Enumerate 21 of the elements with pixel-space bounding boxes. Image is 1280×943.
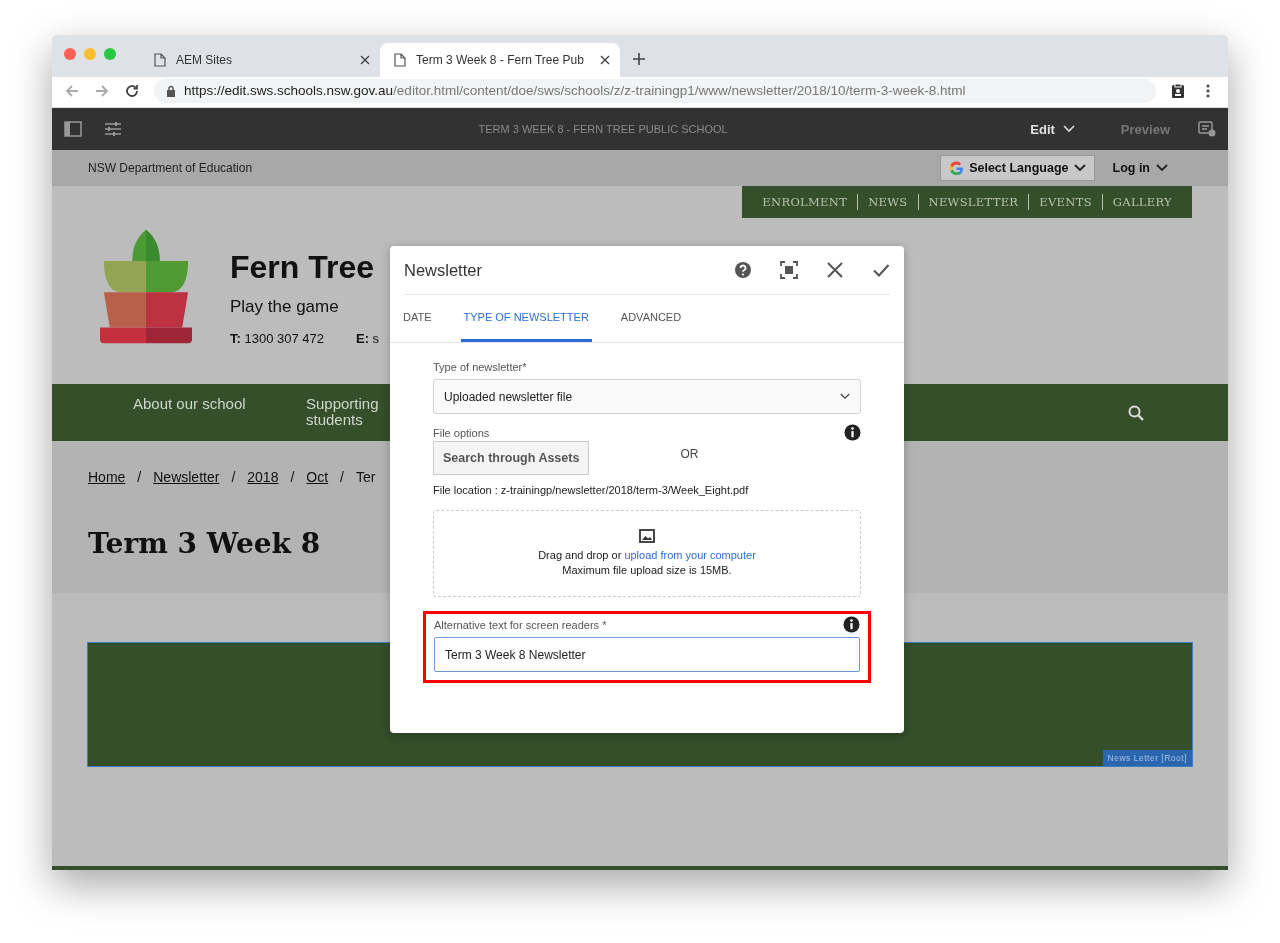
field-label: File options bbox=[433, 426, 490, 439]
upload-limit-text: Maximum file upload size is 15MB. bbox=[562, 563, 732, 578]
school-tagline: Play the game bbox=[230, 297, 340, 317]
breadcrumb-separator: / bbox=[290, 469, 295, 485]
breadcrumb-separator: / bbox=[137, 469, 142, 485]
school-name: Fern Tree bbox=[230, 248, 376, 287]
or-text: OR bbox=[680, 447, 699, 461]
breadcrumb-separator: / bbox=[231, 469, 236, 485]
dropzone-text: Drag and drop or upload from your computer bbox=[538, 548, 756, 563]
breadcrumb-separator: / bbox=[340, 469, 344, 485]
breadcrumb-current-page: Ter bbox=[356, 469, 376, 485]
contact-detail: E: s bbox=[356, 331, 380, 346]
page-heading: Term 3 Week 8 bbox=[88, 527, 321, 560]
organisation-name: NSW Department of Education bbox=[88, 161, 254, 175]
field-label: Alternative text for screen readers * bbox=[434, 618, 607, 631]
field-label: Type of newsletter* bbox=[433, 361, 528, 373]
dialog-title: Newsletter bbox=[404, 260, 483, 280]
contact-detail: T: 1300 307 472 bbox=[230, 331, 324, 346]
file-location-text: File location : z-trainingp/newsletter/2018/term-3/Week_Eight.pdf bbox=[433, 484, 750, 496]
component-label: News Letter [Root] bbox=[1102, 750, 1192, 766]
page-title: TERM 3 WEEK 8 - FERN TREE PUBLIC SCHOOL bbox=[477, 123, 729, 135]
